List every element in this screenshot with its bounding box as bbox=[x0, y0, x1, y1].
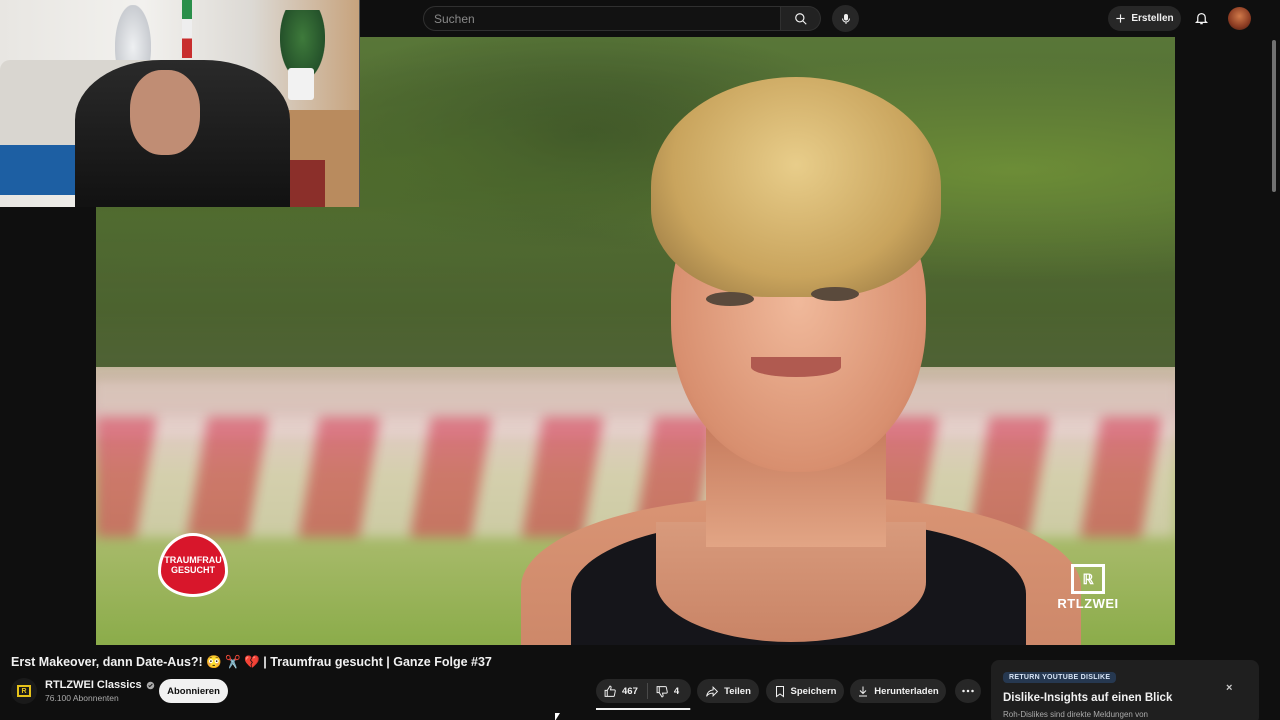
share-icon bbox=[706, 685, 719, 697]
like-ratio-bar bbox=[596, 708, 691, 710]
save-button[interactable]: Speichern bbox=[766, 679, 844, 703]
page-scrollbar[interactable] bbox=[1272, 40, 1276, 192]
user-avatar[interactable] bbox=[1228, 7, 1251, 30]
more-actions-button[interactable] bbox=[955, 679, 981, 703]
channel-name-row[interactable]: RTLZWEI Classics bbox=[45, 679, 155, 691]
search-button[interactable] bbox=[781, 6, 821, 31]
create-button[interactable]: Erstellen bbox=[1108, 6, 1181, 31]
video-title: Erst Makeover, dann Date-Aus?! 😳 ✂️ 💔 | … bbox=[11, 655, 492, 669]
plus-icon bbox=[1116, 14, 1125, 23]
ryd-badge: RETURN YOUTUBE DISLIKE bbox=[1003, 672, 1117, 683]
voice-search-button[interactable] bbox=[832, 5, 859, 32]
dislike-button[interactable]: 4 bbox=[648, 685, 679, 698]
download-icon bbox=[859, 686, 868, 696]
notifications-button[interactable] bbox=[1189, 6, 1213, 30]
bell-icon bbox=[1194, 13, 1208, 25]
subscribe-button[interactable]: Abonnieren bbox=[159, 679, 228, 703]
webcam-overlay bbox=[0, 0, 360, 207]
save-label: Speichern bbox=[790, 685, 837, 697]
bookmark-icon bbox=[775, 685, 784, 697]
share-button[interactable]: Teilen bbox=[697, 679, 759, 703]
like-count: 467 bbox=[622, 685, 638, 697]
ryd-popup: RETURN YOUTUBE DISLIKE Dislike-Insights … bbox=[991, 660, 1259, 720]
channel-name[interactable]: RTLZWEI Classics bbox=[45, 679, 142, 691]
video-frame-person bbox=[481, 67, 1101, 645]
subscriber-count: 76.100 Abonnenten bbox=[45, 693, 119, 703]
channel-avatar[interactable]: R bbox=[11, 678, 37, 704]
search-icon bbox=[794, 12, 807, 25]
verified-icon bbox=[146, 681, 154, 689]
download-label: Herunterladen bbox=[874, 685, 939, 697]
ryd-title: Dislike-Insights auf einen Blick bbox=[1003, 692, 1173, 704]
more-horizontal-icon bbox=[962, 689, 974, 693]
thumbs-up-icon bbox=[604, 685, 616, 697]
like-dislike-group: 467 4 bbox=[596, 679, 691, 703]
search-input[interactable] bbox=[424, 7, 780, 30]
mic-icon bbox=[841, 13, 850, 24]
mouse-cursor bbox=[555, 713, 560, 720]
download-button[interactable]: Herunterladen bbox=[850, 679, 946, 703]
channel-watermark-text: RTLZWEI bbox=[1057, 596, 1119, 611]
ryd-subtitle: Roh-Dislikes sind direkte Meldungen von bbox=[1003, 710, 1148, 719]
search-box[interactable] bbox=[423, 6, 781, 31]
show-logo: TRAUMFRAU GESUCHT bbox=[158, 533, 228, 597]
like-button[interactable]: 467 bbox=[604, 683, 648, 699]
share-label: Teilen bbox=[724, 685, 751, 697]
dislike-count: 4 bbox=[673, 685, 680, 697]
thumbs-down-icon bbox=[656, 685, 668, 697]
channel-watermark: ℝ RTLZWEI bbox=[1053, 564, 1123, 618]
ryd-close-button[interactable]: × bbox=[1226, 682, 1232, 694]
create-label: Erstellen bbox=[1131, 13, 1174, 24]
show-logo-text: TRAUMFRAU GESUCHT bbox=[164, 555, 222, 575]
